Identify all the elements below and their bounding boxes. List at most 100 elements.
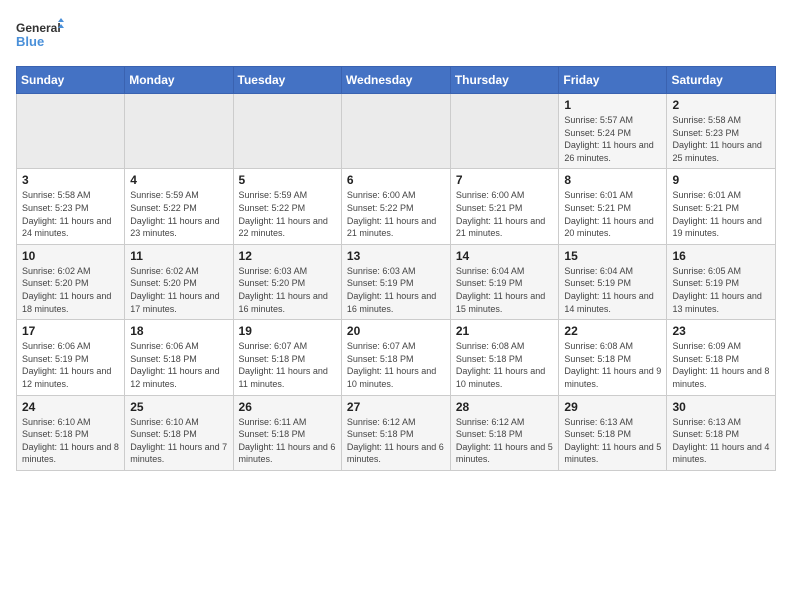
day-number: 7 (456, 173, 554, 187)
day-number: 5 (239, 173, 336, 187)
day-number: 29 (564, 400, 661, 414)
svg-text:Blue: Blue (16, 34, 44, 49)
day-info: Sunrise: 5:59 AMSunset: 5:22 PMDaylight:… (130, 189, 227, 239)
day-info: Sunrise: 6:10 AMSunset: 5:18 PMDaylight:… (22, 416, 119, 466)
day-info: Sunrise: 6:08 AMSunset: 5:18 PMDaylight:… (456, 340, 554, 390)
day-info: Sunrise: 6:02 AMSunset: 5:20 PMDaylight:… (22, 265, 119, 315)
day-info: Sunrise: 6:06 AMSunset: 5:19 PMDaylight:… (22, 340, 119, 390)
day-number: 25 (130, 400, 227, 414)
day-info: Sunrise: 6:03 AMSunset: 5:20 PMDaylight:… (239, 265, 336, 315)
day-number: 9 (672, 173, 770, 187)
day-number: 2 (672, 98, 770, 112)
day-info: Sunrise: 6:01 AMSunset: 5:21 PMDaylight:… (672, 189, 770, 239)
calendar-cell (233, 94, 341, 169)
day-number: 10 (22, 249, 119, 263)
day-info: Sunrise: 6:13 AMSunset: 5:18 PMDaylight:… (672, 416, 770, 466)
calendar-cell: 10 Sunrise: 6:02 AMSunset: 5:20 PMDayligh… (17, 244, 125, 319)
logo: General Blue (16, 16, 66, 58)
calendar-table: SundayMondayTuesdayWednesdayThursdayFrid… (16, 66, 776, 471)
weekday-header: Tuesday (233, 67, 341, 94)
day-number: 11 (130, 249, 227, 263)
weekday-header-row: SundayMondayTuesdayWednesdayThursdayFrid… (17, 67, 776, 94)
day-number: 20 (347, 324, 445, 338)
day-info: Sunrise: 5:58 AMSunset: 5:23 PMDaylight:… (22, 189, 119, 239)
calendar-cell: 13 Sunrise: 6:03 AMSunset: 5:19 PMDayligh… (341, 244, 450, 319)
calendar-week-row: 3 Sunrise: 5:58 AMSunset: 5:23 PMDaylight… (17, 169, 776, 244)
day-info: Sunrise: 6:08 AMSunset: 5:18 PMDaylight:… (564, 340, 661, 390)
calendar-cell: 26 Sunrise: 6:11 AMSunset: 5:18 PMDayligh… (233, 395, 341, 470)
calendar-cell: 30 Sunrise: 6:13 AMSunset: 5:18 PMDayligh… (667, 395, 776, 470)
calendar-cell: 20 Sunrise: 6:07 AMSunset: 5:18 PMDayligh… (341, 320, 450, 395)
calendar-cell: 14 Sunrise: 6:04 AMSunset: 5:19 PMDayligh… (450, 244, 559, 319)
calendar-cell: 2Sunrise: 5:58 AMSunset: 5:23 PMDaylight… (667, 94, 776, 169)
day-info: Sunrise: 6:05 AMSunset: 5:19 PMDaylight:… (672, 265, 770, 315)
day-info: Sunrise: 6:13 AMSunset: 5:18 PMDaylight:… (564, 416, 661, 466)
weekday-header: Sunday (17, 67, 125, 94)
day-number: 28 (456, 400, 554, 414)
day-number: 16 (672, 249, 770, 263)
day-info: Sunrise: 5:57 AMSunset: 5:24 PMDaylight:… (564, 114, 661, 164)
calendar-cell: 3 Sunrise: 5:58 AMSunset: 5:23 PMDaylight… (17, 169, 125, 244)
calendar-cell: 8 Sunrise: 6:01 AMSunset: 5:21 PMDaylight… (559, 169, 667, 244)
day-number: 26 (239, 400, 336, 414)
day-number: 14 (456, 249, 554, 263)
day-number: 23 (672, 324, 770, 338)
day-number: 30 (672, 400, 770, 414)
calendar-cell: 16 Sunrise: 6:05 AMSunset: 5:19 PMDayligh… (667, 244, 776, 319)
day-info: Sunrise: 6:03 AMSunset: 5:19 PMDaylight:… (347, 265, 445, 315)
weekday-header: Monday (125, 67, 233, 94)
calendar-cell: 6Sunrise: 6:00 AMSunset: 5:22 PMDaylight… (341, 169, 450, 244)
day-number: 19 (239, 324, 336, 338)
calendar-week-row: 17Sunrise: 6:06 AMSunset: 5:19 PMDayligh… (17, 320, 776, 395)
day-number: 8 (564, 173, 661, 187)
day-number: 12 (239, 249, 336, 263)
calendar-cell: 1 Sunrise: 5:57 AMSunset: 5:24 PMDaylight… (559, 94, 667, 169)
logo-svg: General Blue (16, 16, 66, 58)
calendar-week-row: 1 Sunrise: 5:57 AMSunset: 5:24 PMDaylight… (17, 94, 776, 169)
calendar-cell: 4Sunrise: 5:59 AMSunset: 5:22 PMDaylight… (125, 169, 233, 244)
calendar-cell: 12 Sunrise: 6:03 AMSunset: 5:20 PMDayligh… (233, 244, 341, 319)
calendar-week-row: 10 Sunrise: 6:02 AMSunset: 5:20 PMDayligh… (17, 244, 776, 319)
day-number: 13 (347, 249, 445, 263)
calendar-cell: 7 Sunrise: 6:00 AMSunset: 5:21 PMDaylight… (450, 169, 559, 244)
calendar-cell (17, 94, 125, 169)
day-number: 18 (130, 324, 227, 338)
day-info: Sunrise: 6:07 AMSunset: 5:18 PMDaylight:… (239, 340, 336, 390)
calendar-cell: 19 Sunrise: 6:07 AMSunset: 5:18 PMDayligh… (233, 320, 341, 395)
day-number: 27 (347, 400, 445, 414)
day-number: 6 (347, 173, 445, 187)
day-number: 15 (564, 249, 661, 263)
calendar-cell: 21 Sunrise: 6:08 AMSunset: 5:18 PMDayligh… (450, 320, 559, 395)
day-info: Sunrise: 6:01 AMSunset: 5:21 PMDaylight:… (564, 189, 661, 239)
day-number: 24 (22, 400, 119, 414)
calendar-cell: 23 Sunrise: 6:09 AMSunset: 5:18 PMDayligh… (667, 320, 776, 395)
calendar-cell: 18 Sunrise: 6:06 AMSunset: 5:18 PMDayligh… (125, 320, 233, 395)
day-info: Sunrise: 6:00 AMSunset: 5:21 PMDaylight:… (456, 189, 554, 239)
calendar-cell: 11 Sunrise: 6:02 AMSunset: 5:20 PMDayligh… (125, 244, 233, 319)
calendar-cell: 29 Sunrise: 6:13 AMSunset: 5:18 PMDayligh… (559, 395, 667, 470)
weekday-header: Wednesday (341, 67, 450, 94)
day-number: 21 (456, 324, 554, 338)
day-number: 1 (564, 98, 661, 112)
calendar-cell: 9 Sunrise: 6:01 AMSunset: 5:21 PMDaylight… (667, 169, 776, 244)
day-info: Sunrise: 6:04 AMSunset: 5:19 PMDaylight:… (456, 265, 554, 315)
day-info: Sunrise: 6:12 AMSunset: 5:18 PMDaylight:… (456, 416, 554, 466)
day-number: 3 (22, 173, 119, 187)
calendar-cell: 22Sunrise: 6:08 AMSunset: 5:18 PMDayligh… (559, 320, 667, 395)
day-info: Sunrise: 6:11 AMSunset: 5:18 PMDaylight:… (239, 416, 336, 466)
day-info: Sunrise: 6:07 AMSunset: 5:18 PMDaylight:… (347, 340, 445, 390)
day-info: Sunrise: 6:09 AMSunset: 5:18 PMDaylight:… (672, 340, 770, 390)
day-info: Sunrise: 6:06 AMSunset: 5:18 PMDaylight:… (130, 340, 227, 390)
calendar-cell (341, 94, 450, 169)
calendar-cell: 15 Sunrise: 6:04 AMSunset: 5:19 PMDayligh… (559, 244, 667, 319)
calendar-cell (450, 94, 559, 169)
page-header: General Blue (16, 16, 776, 58)
day-info: Sunrise: 6:04 AMSunset: 5:19 PMDaylight:… (564, 265, 661, 315)
calendar-cell (125, 94, 233, 169)
weekday-header: Saturday (667, 67, 776, 94)
day-info: Sunrise: 6:12 AMSunset: 5:18 PMDaylight:… (347, 416, 445, 466)
day-info: Sunrise: 6:02 AMSunset: 5:20 PMDaylight:… (130, 265, 227, 315)
calendar-cell: 24 Sunrise: 6:10 AMSunset: 5:18 PMDayligh… (17, 395, 125, 470)
calendar-cell: 17Sunrise: 6:06 AMSunset: 5:19 PMDayligh… (17, 320, 125, 395)
weekday-header: Friday (559, 67, 667, 94)
